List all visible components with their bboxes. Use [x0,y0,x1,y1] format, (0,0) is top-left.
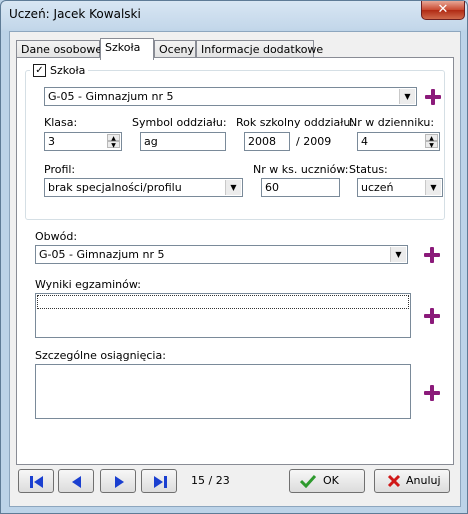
nr-dziennik-value: 4 [361,135,368,148]
osiagniecia-textarea[interactable] [35,364,411,419]
next-arrow-icon [115,476,124,488]
klasa-label: Klasa: [44,116,78,129]
rok-end-year: / 2009 [296,135,332,148]
next-record-button[interactable] [100,469,136,493]
status-label: Status: [349,163,388,176]
wyniki-label: Wyniki egzaminów: [35,278,141,291]
tab-oceny[interactable]: Oceny [154,40,196,58]
osiagniecia-label: Szczególne osiągnięcia: [35,349,166,362]
klasa-stepper[interactable]: 3 ▲ ▼ [44,132,122,151]
wyniki-focus-rect [37,295,409,309]
school-select-value: G-05 - Gimnazjum nr 5 [48,90,174,103]
tab-szkola[interactable]: Szkoła [100,38,154,60]
rok-label: Rok szkolny oddziału: [236,116,355,129]
symbol-label: Symbol oddziału: [132,116,227,129]
last-record-button[interactable] [141,469,177,493]
szkola-groupbox: ✓ Szkoła G-05 - Gimnazjum nr 5 ▼ Klasa: … [25,64,445,220]
ok-button-label: OK [323,474,339,487]
tab-panel-szkola: ✓ Szkoła G-05 - Gimnazjum nr 5 ▼ Klasa: … [16,57,454,465]
cancel-button[interactable]: Anuluj [374,469,450,493]
record-counter: 15 / 23 [191,474,230,487]
spin-up-icon[interactable]: ▲ [425,134,438,142]
window-title: Uczeń: Jacek Kowalski [9,7,141,21]
add-school-plus-icon[interactable] [424,88,442,106]
obwod-label: Obwód: [35,230,78,243]
rok-field[interactable]: 2008 [244,132,290,151]
add-obwod-plus-icon[interactable] [423,246,441,264]
check-icon [300,474,316,488]
close-button[interactable]: ✕ [421,1,465,20]
chevron-down-icon[interactable]: ▼ [225,180,241,195]
status-select[interactable]: uczeń ▼ [357,178,443,197]
tab-dane-osobowe[interactable]: Dane osobowe [16,40,102,58]
dialog-window: Uczeń: Jacek Kowalski ✕ Dane osobowe Szk… [0,0,468,514]
dialog-client: Dane osobowe Szkoła Oceny Informacje dod… [9,31,461,507]
profil-label: Profil: [44,163,76,176]
szkola-checkbox-label: Szkoła [50,64,86,77]
status-select-value: uczeń [361,181,394,194]
add-wyniki-plus-icon[interactable] [423,307,441,325]
last-record-icon [154,476,167,488]
profil-select[interactable]: brak specjalności/profilu ▼ [44,178,243,197]
klasa-value: 3 [48,135,55,148]
nr-dziennik-stepper[interactable]: 4 ▲ ▼ [357,132,440,151]
profil-select-value: brak specjalności/profilu [48,181,182,194]
school-select[interactable]: G-05 - Gimnazjum nr 5 ▼ [44,87,417,106]
nr-ks-label: Nr w ks. uczniów: [253,163,349,176]
nr-dziennik-spin-buttons[interactable]: ▲ ▼ [425,134,438,149]
first-record-icon [30,476,43,488]
spin-down-icon[interactable]: ▼ [425,141,438,149]
klasa-spin-buttons[interactable]: ▲ ▼ [107,134,120,149]
obwod-select-value: G-05 - Gimnazjum nr 5 [39,248,165,261]
chevron-down-icon[interactable]: ▼ [399,89,415,104]
nr-ks-field[interactable]: 60 [261,178,340,197]
close-x-icon [387,474,401,488]
szkola-checkbox[interactable]: ✓ [33,64,46,77]
tab-informacje-dodatkowe[interactable]: Informacje dodatkowe [196,40,323,58]
cancel-button-label: Anuluj [406,474,441,487]
chevron-down-icon[interactable]: ▼ [425,180,441,195]
previous-arrow-icon [72,476,81,488]
previous-record-button[interactable] [58,469,94,493]
add-osiagniecia-plus-icon[interactable] [423,384,441,402]
obwod-select[interactable]: G-05 - Gimnazjum nr 5 ▼ [35,245,408,264]
symbol-field[interactable]: ag [140,132,226,151]
wyniki-textarea[interactable] [35,293,411,338]
ok-button[interactable]: OK [289,469,365,493]
spin-up-icon[interactable]: ▲ [107,134,120,142]
nr-dziennik-label: Nr w dzienniku: [349,116,435,129]
spin-down-icon[interactable]: ▼ [107,141,120,149]
chevron-down-icon[interactable]: ▼ [390,247,406,262]
szkola-checkbox-row[interactable]: ✓ Szkoła [30,64,89,77]
first-record-button[interactable] [18,469,54,493]
